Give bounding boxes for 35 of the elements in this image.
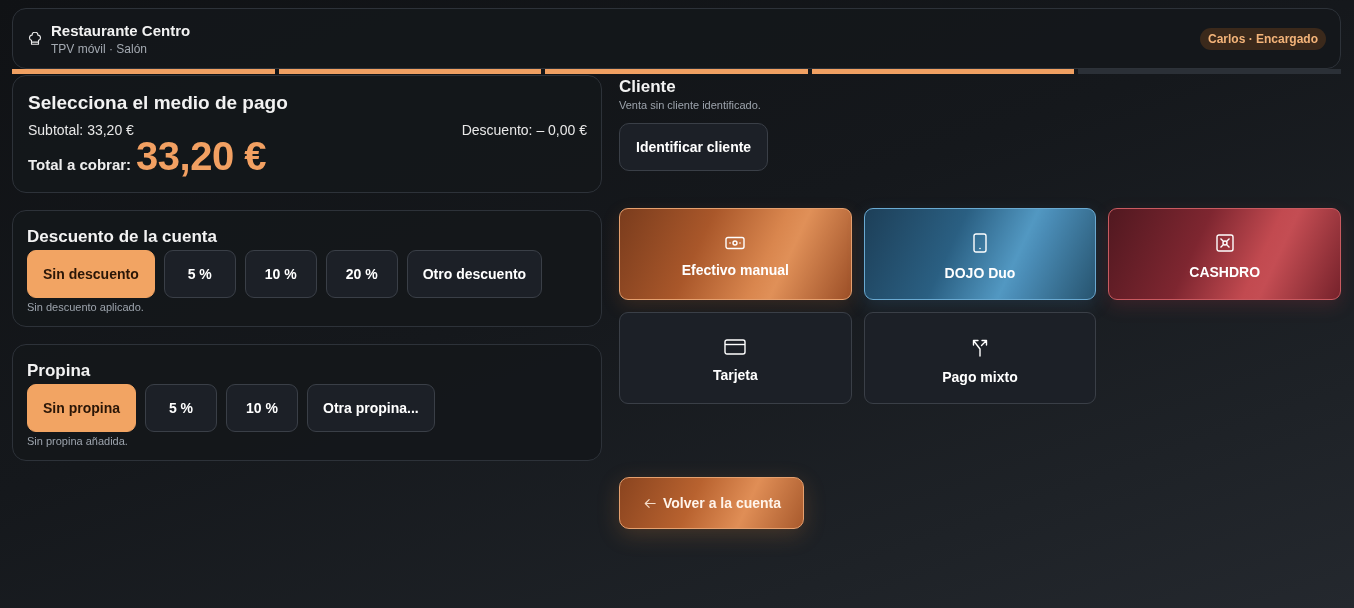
chef-hat-icon <box>28 31 42 46</box>
tip-hint: Sin propina añadida. <box>27 435 129 447</box>
arrow-left-icon <box>644 497 656 509</box>
restaurant-name: Restaurante Centro <box>51 21 192 39</box>
phone-icon <box>973 232 987 253</box>
total-label: Total a cobrar: <box>28 156 132 173</box>
payment-method-button[interactable]: Pago mixto <box>863 312 1097 404</box>
tip-option[interactable]: 5 % <box>145 384 217 432</box>
tip-option[interactable]: 10 % <box>226 384 298 432</box>
discount-option[interactable]: Sin descuento <box>27 250 155 298</box>
total-amount: 33,20 € <box>136 134 267 179</box>
terminal-subtitle: TPV móvil · Salón <box>51 41 149 56</box>
banknote-icon <box>725 235 746 250</box>
tip-option[interactable]: Otra propina... <box>307 384 435 432</box>
payment-method-button[interactable]: CASHDRO <box>1108 208 1341 300</box>
discount-option[interactable]: 10 % <box>244 250 317 298</box>
client-title: Cliente <box>619 77 676 97</box>
discount-title: Descuento de la cuenta <box>27 227 218 247</box>
subtotal-text: Subtotal: 33,20 € <box>28 122 134 138</box>
tip-option[interactable]: Sin propina <box>27 384 136 432</box>
summary-title: Selecciona el medio de pago <box>28 92 289 114</box>
tip-title: Propina <box>27 361 92 381</box>
identify-client-button[interactable]: Identificar cliente <box>619 123 769 171</box>
discount-option[interactable]: Otro descuento <box>406 250 543 298</box>
discount-option[interactable]: 20 % <box>325 250 398 298</box>
credit-card-icon <box>724 338 747 355</box>
user-badge: Carlos · Encargado <box>1199 27 1326 50</box>
discount-amount-text: Descuento: – 0,00 € <box>461 122 587 138</box>
discount-hint: Sin descuento aplicado. <box>27 301 145 313</box>
boxed-x-icon <box>1215 233 1234 252</box>
payment-method-button[interactable]: DOJO Duo <box>863 208 1097 300</box>
client-hint: Venta sin cliente identificado. <box>619 99 761 111</box>
discount-option[interactable]: 5 % <box>163 250 236 298</box>
payment-method-button[interactable]: Efectivo manual <box>619 208 852 300</box>
payment-method-button[interactable]: Tarjeta <box>619 312 852 404</box>
